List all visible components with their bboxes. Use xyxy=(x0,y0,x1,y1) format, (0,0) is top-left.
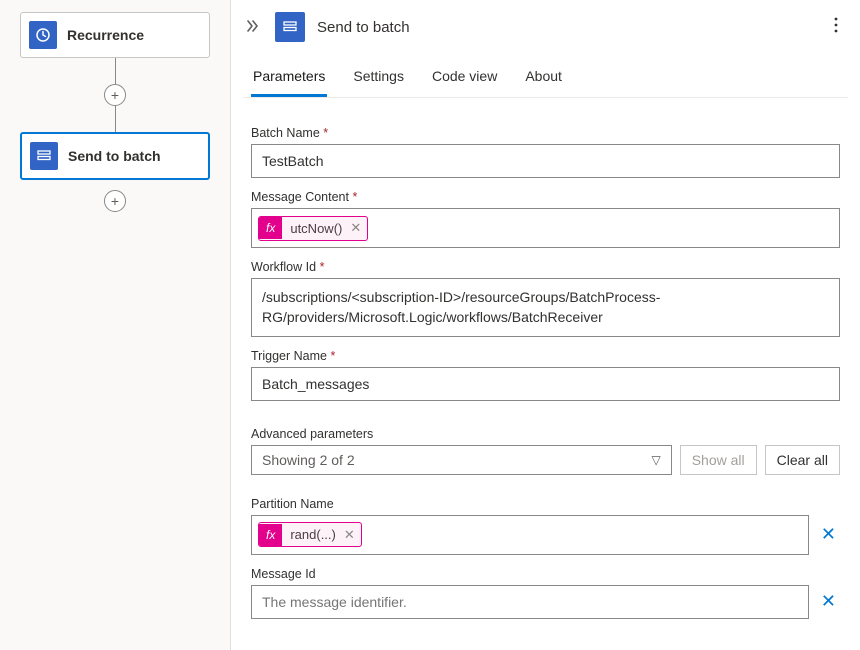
required-indicator: * xyxy=(323,126,328,140)
canvas-node-send-to-batch[interactable]: Send to batch xyxy=(20,132,210,180)
add-step-button[interactable]: + xyxy=(104,84,126,106)
advanced-parameters-label: Advanced parameters xyxy=(251,427,840,441)
more-vertical-icon xyxy=(834,17,838,33)
canvas-node-recurrence[interactable]: Recurrence xyxy=(20,12,210,58)
connector-line xyxy=(115,106,116,132)
parameters-form: Batch Name * Message Content * fx utcNow… xyxy=(231,98,860,635)
message-content-label: Message Content * xyxy=(251,190,840,204)
batch-name-label: Batch Name * xyxy=(251,126,840,140)
remove-token-button[interactable]: ✕ xyxy=(342,527,361,543)
expression-token[interactable]: fx utcNow() ✕ xyxy=(258,216,368,241)
message-id-input[interactable] xyxy=(251,585,809,619)
panel-header: Send to batch xyxy=(231,0,860,52)
show-all-button[interactable]: Show all xyxy=(680,445,757,475)
required-indicator: * xyxy=(352,190,357,204)
clear-all-button[interactable]: Clear all xyxy=(765,445,840,475)
node-title: Send to batch xyxy=(68,148,161,164)
required-indicator: * xyxy=(320,260,325,274)
tab-about[interactable]: About xyxy=(523,62,564,97)
workflow-id-input[interactable]: /subscriptions/<subscription-ID>/resourc… xyxy=(251,278,840,337)
tab-code-view[interactable]: Code view xyxy=(430,62,499,97)
tab-bar: Parameters Settings Code view About xyxy=(243,52,848,98)
advanced-parameters-select[interactable]: Showing 2 of 2 ▽ xyxy=(251,445,672,475)
chevron-double-right-icon xyxy=(245,19,259,33)
collapse-panel-button[interactable] xyxy=(241,17,263,38)
chevron-down-icon: ▽ xyxy=(651,453,660,467)
trigger-name-label: Trigger Name * xyxy=(251,349,840,363)
designer-canvas: Recurrence + Send to batch + xyxy=(0,0,230,650)
connector-line xyxy=(115,58,116,84)
clear-field-button[interactable]: ✕ xyxy=(817,520,840,549)
panel-title: Send to batch xyxy=(317,19,816,36)
required-indicator: * xyxy=(330,349,335,363)
partition-name-label: Partition Name xyxy=(251,497,840,511)
more-menu-button[interactable] xyxy=(828,13,844,42)
clock-icon xyxy=(29,21,57,49)
expression-token[interactable]: fx rand(...) ✕ xyxy=(258,522,362,547)
token-label: rand(...) xyxy=(282,523,342,546)
batch-name-input[interactable] xyxy=(251,144,840,178)
partition-name-input[interactable]: fx rand(...) ✕ xyxy=(251,515,809,555)
fx-icon: fx xyxy=(259,217,282,239)
tab-settings[interactable]: Settings xyxy=(351,62,406,97)
remove-token-button[interactable]: ✕ xyxy=(348,220,367,236)
select-value: Showing 2 of 2 xyxy=(262,452,355,468)
clear-field-button[interactable]: ✕ xyxy=(817,587,840,616)
tab-parameters[interactable]: Parameters xyxy=(251,62,327,97)
message-id-label: Message Id xyxy=(251,567,840,581)
workflow-id-label: Workflow Id * xyxy=(251,260,840,274)
message-content-input[interactable]: fx utcNow() ✕ xyxy=(251,208,840,248)
batch-icon xyxy=(30,142,58,170)
node-title: Recurrence xyxy=(67,27,144,43)
batch-icon xyxy=(275,12,305,42)
token-label: utcNow() xyxy=(282,217,348,240)
trigger-name-input[interactable] xyxy=(251,367,840,401)
details-panel: Send to batch Parameters Settings Code v… xyxy=(230,0,860,650)
fx-icon: fx xyxy=(259,524,282,546)
add-step-button[interactable]: + xyxy=(104,190,126,212)
